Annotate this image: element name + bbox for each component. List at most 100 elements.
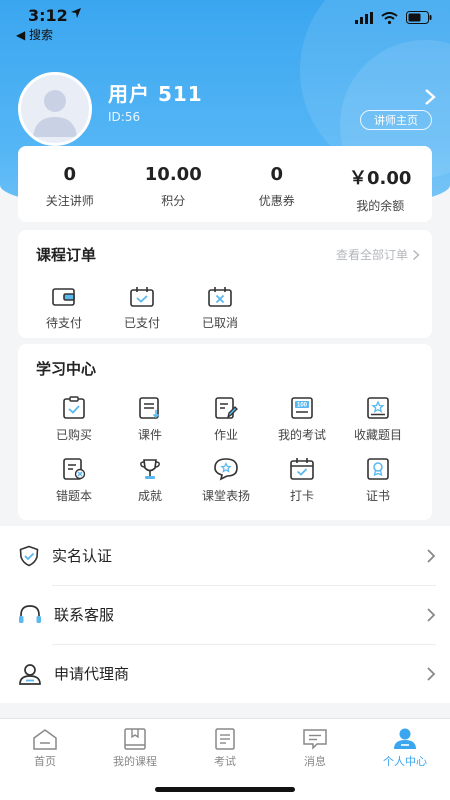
study-label: 课件 bbox=[137, 428, 162, 442]
system-icons bbox=[355, 11, 432, 24]
study-label: 打卡 bbox=[289, 489, 314, 503]
avatar[interactable] bbox=[18, 72, 92, 146]
order-label: 已支付 bbox=[123, 316, 160, 330]
exam-100-icon: 100 bbox=[291, 397, 313, 419]
study-center-card: 学习中心 已购买 课件 作业 100 我的考试 收藏题目 错题本 成就 课堂表扬… bbox=[18, 344, 432, 520]
signal-icon bbox=[355, 11, 373, 24]
headset-icon bbox=[19, 604, 41, 623]
study-courseware[interactable]: 课件 bbox=[112, 396, 188, 443]
bookmark-star-icon bbox=[367, 397, 389, 419]
wifi-icon bbox=[381, 11, 398, 24]
menu-label: 实名认证 bbox=[52, 547, 113, 565]
certificate-icon bbox=[367, 458, 389, 480]
tab-my-courses[interactable]: 我的课程 bbox=[90, 719, 180, 773]
exam-doc-icon bbox=[215, 728, 235, 750]
status-bar: 3:12 ◀ 搜索 bbox=[0, 0, 450, 44]
study-title: 学习中心 bbox=[36, 360, 97, 378]
mistake-book-icon bbox=[63, 458, 86, 480]
tab-profile[interactable]: 个人中心 bbox=[360, 719, 450, 773]
stat-label: 积分 bbox=[161, 194, 186, 208]
home-indicator bbox=[155, 787, 295, 792]
tab-exams[interactable]: 考试 bbox=[180, 719, 270, 773]
menu-label: 申请代理商 bbox=[54, 665, 130, 683]
username: 用户 511 bbox=[108, 82, 203, 106]
orders-title: 课程订单 bbox=[36, 246, 97, 264]
user-id: ID:56 bbox=[108, 110, 141, 124]
location-arrow-icon bbox=[70, 7, 82, 19]
chevron-right-icon bbox=[427, 549, 436, 563]
course-book-icon bbox=[124, 728, 146, 750]
home-icon bbox=[33, 729, 57, 750]
tab-label: 考试 bbox=[214, 755, 236, 768]
study-saved-questions[interactable]: 收藏题目 bbox=[340, 396, 416, 443]
study-label: 我的考试 bbox=[277, 428, 326, 442]
agent-user-icon bbox=[19, 663, 41, 685]
view-all-label: 查看全部订单 bbox=[335, 248, 408, 262]
study-class-praise[interactable]: 课堂表扬 bbox=[188, 457, 264, 504]
order-paid[interactable]: 已支付 bbox=[114, 286, 170, 331]
stat-label: 关注讲师 bbox=[45, 194, 94, 208]
profile-chevron-icon[interactable] bbox=[424, 88, 436, 106]
order-pending-payment[interactable]: 待支付 bbox=[36, 286, 92, 331]
stat-value: 0 bbox=[63, 164, 77, 185]
stat-value: 10.00 bbox=[144, 164, 202, 185]
tab-label: 我的课程 bbox=[113, 755, 157, 768]
tab-label: 首页 bbox=[34, 755, 56, 768]
study-label: 已购买 bbox=[55, 428, 92, 442]
shield-check-icon bbox=[19, 545, 39, 566]
study-label: 收藏题目 bbox=[353, 428, 402, 442]
check-in-calendar-icon bbox=[290, 458, 314, 480]
stat-coupons[interactable]: 0 优惠券 bbox=[225, 146, 329, 222]
menu-label: 联系客服 bbox=[54, 606, 115, 624]
settings-menu: 实名认证 联系客服 申请代理商 bbox=[0, 526, 450, 703]
tab-home[interactable]: 首页 bbox=[0, 719, 90, 773]
back-to-search-link[interactable]: ◀ 搜索 bbox=[16, 26, 53, 43]
status-time: 3:12 bbox=[28, 6, 68, 25]
bottom-tab-bar: 首页 我的课程 考试 消息 个人中心 bbox=[0, 718, 450, 800]
study-achievements[interactable]: 成就 bbox=[112, 457, 188, 504]
stat-points[interactable]: 10.00 积分 bbox=[122, 146, 226, 222]
battery-icon bbox=[406, 11, 432, 24]
study-label: 成就 bbox=[137, 489, 162, 503]
profile-icon bbox=[394, 728, 416, 749]
study-certificates[interactable]: 证书 bbox=[340, 457, 416, 504]
stat-label: 优惠券 bbox=[258, 194, 295, 208]
study-label: 课堂表扬 bbox=[201, 489, 250, 503]
chevron-right-icon bbox=[427, 608, 436, 622]
praise-bubble-icon bbox=[214, 458, 238, 481]
order-label: 已取消 bbox=[201, 316, 238, 330]
tab-label: 个人中心 bbox=[383, 755, 427, 768]
calendar-check-icon bbox=[130, 287, 154, 307]
study-label: 证书 bbox=[365, 489, 390, 503]
order-label: 待支付 bbox=[45, 316, 82, 330]
stat-value: 0 bbox=[270, 164, 284, 185]
lecturer-homepage-button[interactable]: 讲师主页 bbox=[360, 110, 432, 130]
trophy-icon bbox=[140, 459, 160, 479]
study-purchased[interactable]: 已购买 bbox=[36, 396, 112, 443]
stat-balance[interactable]: ￥0.00 我的余额 bbox=[329, 146, 433, 222]
homework-icon bbox=[215, 397, 238, 419]
stat-value: ￥0.00 bbox=[349, 168, 412, 189]
menu-contact-support[interactable]: 联系客服 bbox=[0, 585, 450, 644]
order-cancelled[interactable]: 已取消 bbox=[192, 286, 248, 331]
stats-card: 0 关注讲师 10.00 积分 0 优惠券 ￥0.00 我的余额 bbox=[18, 146, 432, 222]
study-my-exams[interactable]: 100 我的考试 bbox=[264, 396, 340, 443]
view-all-orders-link[interactable]: 查看全部订单 bbox=[336, 246, 420, 263]
study-check-in[interactable]: 打卡 bbox=[264, 457, 340, 504]
course-orders-card: 课程订单 查看全部订单 待支付 已支付 已取消 bbox=[18, 230, 432, 338]
chevron-right-icon bbox=[412, 249, 420, 260]
calendar-x-icon bbox=[208, 287, 232, 307]
study-label: 错题本 bbox=[55, 489, 92, 503]
menu-apply-agent[interactable]: 申请代理商 bbox=[0, 644, 450, 703]
svg-text:100: 100 bbox=[297, 403, 308, 409]
stat-followed-lecturers[interactable]: 0 关注讲师 bbox=[18, 146, 122, 222]
wallet-icon bbox=[52, 288, 75, 306]
default-avatar-icon bbox=[33, 90, 77, 137]
clipboard-check-icon bbox=[63, 396, 85, 419]
study-homework[interactable]: 作业 bbox=[188, 396, 264, 443]
menu-real-name-auth[interactable]: 实名认证 bbox=[0, 526, 450, 585]
tab-messages[interactable]: 消息 bbox=[270, 719, 360, 773]
study-label: 作业 bbox=[213, 428, 238, 442]
study-mistake-book[interactable]: 错题本 bbox=[36, 457, 112, 504]
tab-label: 消息 bbox=[304, 755, 326, 768]
